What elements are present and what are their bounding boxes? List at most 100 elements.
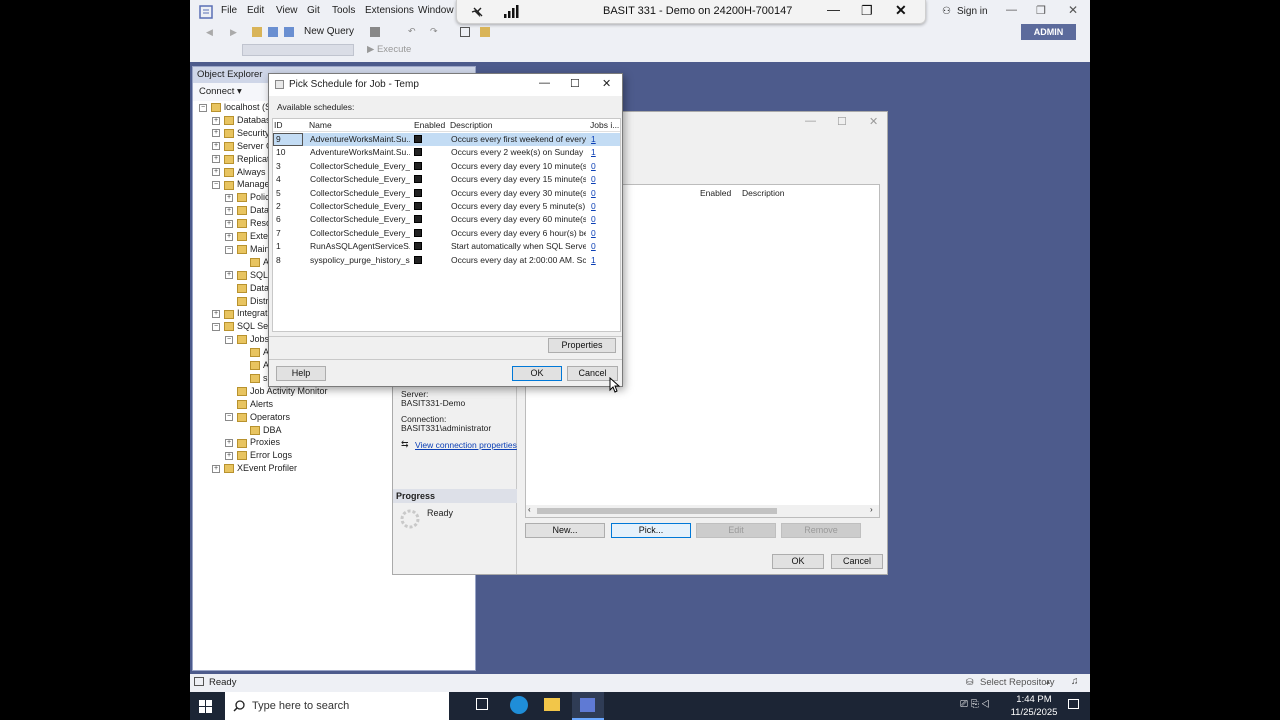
tree-node[interactable]: + Databas bbox=[212, 115, 271, 128]
execute-button[interactable]: ▶ Execute bbox=[367, 44, 411, 55]
tree-node[interactable]: − Jobs bbox=[225, 334, 269, 347]
bg-ok-button[interactable]: OK bbox=[772, 554, 824, 569]
enabled-checkbox[interactable] bbox=[414, 255, 422, 264]
database-select[interactable] bbox=[242, 44, 354, 56]
connect-button[interactable]: Connect ▾ bbox=[199, 86, 242, 97]
back-icon[interactable]: ◀ bbox=[206, 27, 213, 38]
expand-icon[interactable]: + bbox=[225, 219, 233, 228]
rdp-minimize-icon[interactable]: — bbox=[827, 2, 840, 17]
enabled-checkbox[interactable] bbox=[414, 148, 422, 157]
expand-icon[interactable]: + bbox=[225, 193, 233, 202]
enabled-checkbox[interactable] bbox=[414, 161, 422, 170]
enabled-checkbox[interactable] bbox=[414, 135, 422, 143]
header-id[interactable]: ID bbox=[274, 120, 283, 130]
tree-node[interactable]: + Replicat bbox=[212, 154, 270, 167]
repo-menu-icon[interactable]: ▴ bbox=[1046, 677, 1050, 686]
menu-file[interactable]: File bbox=[221, 5, 237, 16]
header-name[interactable]: Name bbox=[309, 120, 332, 130]
clock-time[interactable]: 1:44 PM bbox=[1012, 694, 1056, 705]
save-all-icon[interactable] bbox=[284, 27, 294, 37]
windows-start-icon[interactable] bbox=[199, 700, 212, 713]
enabled-checkbox[interactable] bbox=[414, 228, 422, 237]
tree-node[interactable]: − Manage bbox=[212, 179, 270, 192]
enabled-checkbox[interactable] bbox=[414, 202, 422, 210]
tree-node[interactable]: − Main bbox=[225, 244, 270, 257]
bg-close-icon[interactable]: ✕ bbox=[869, 115, 878, 128]
tree-node[interactable]: + Proxies bbox=[225, 437, 280, 450]
notification-bell-icon[interactable]: ♫ bbox=[1071, 676, 1079, 687]
rdp-restore-icon[interactable]: ❐ bbox=[861, 3, 873, 19]
rdp-close-icon[interactable]: ✕ bbox=[895, 2, 907, 19]
tree-node[interactable]: − SQL Serv bbox=[212, 321, 276, 334]
expand-icon[interactable]: + bbox=[225, 439, 233, 448]
schedule-row[interactable]: 9 AdventureWorksMaint.Su... Occurs every f… bbox=[273, 133, 620, 146]
tree-node[interactable]: s bbox=[238, 373, 268, 386]
tree-node[interactable]: Distr bbox=[225, 296, 269, 309]
tree-node[interactable]: + Always bbox=[212, 167, 266, 180]
header-enabled[interactable]: Enabled bbox=[414, 120, 445, 130]
admin-badge[interactable]: ADMIN bbox=[1021, 24, 1076, 40]
bg-cancel-button[interactable]: Cancel bbox=[831, 554, 883, 569]
enabled-checkbox[interactable] bbox=[414, 188, 422, 197]
horizontal-scrollbar[interactable]: ‹ › bbox=[526, 505, 879, 517]
ok-button[interactable]: OK bbox=[512, 366, 562, 381]
tree-node[interactable]: Job Activity Monitor bbox=[225, 386, 328, 399]
collapse-icon[interactable]: − bbox=[225, 335, 233, 344]
collapse-icon[interactable]: − bbox=[212, 181, 220, 190]
dialog-maximize-icon[interactable]: ☐ bbox=[570, 77, 580, 90]
collapse-icon[interactable]: − bbox=[199, 103, 207, 112]
schedule-row[interactable]: 8 syspolicy_purge_history_s... Occurs ever… bbox=[273, 254, 620, 267]
collapse-icon[interactable]: − bbox=[225, 413, 233, 422]
activity-icon[interactable] bbox=[460, 27, 470, 37]
query-icon[interactable] bbox=[370, 27, 380, 37]
schedule-row[interactable]: 1 RunAsSQLAgentServiceS... Start automatic… bbox=[273, 240, 620, 253]
scroll-right-icon[interactable]: › bbox=[870, 505, 873, 514]
tree-node[interactable]: A bbox=[238, 347, 269, 360]
menu-edit[interactable]: Edit bbox=[247, 5, 264, 16]
collapse-icon[interactable]: − bbox=[212, 322, 220, 331]
menu-window[interactable]: Window bbox=[418, 5, 454, 16]
tree-node[interactable]: + XEvent Profiler bbox=[212, 463, 297, 476]
tree-node[interactable]: + Server O bbox=[212, 141, 273, 154]
save-icon[interactable] bbox=[268, 27, 278, 37]
ssms-taskbar-button[interactable] bbox=[572, 692, 604, 720]
schedule-row[interactable]: 3 CollectorSchedule_Every_... Occurs every… bbox=[273, 160, 620, 173]
signal-bars-icon[interactable] bbox=[503, 5, 519, 19]
enabled-checkbox[interactable] bbox=[414, 175, 422, 184]
remove-schedule-button[interactable]: Remove bbox=[781, 523, 861, 538]
menu-tools[interactable]: Tools bbox=[332, 5, 355, 16]
forward-icon[interactable]: ▶ bbox=[230, 27, 237, 38]
tree-node[interactable]: + Exte bbox=[225, 231, 268, 244]
restore-icon[interactable]: ❐ bbox=[1036, 4, 1046, 17]
expand-icon[interactable]: + bbox=[225, 206, 233, 215]
edge-browser-icon[interactable] bbox=[510, 696, 528, 714]
sign-in-link[interactable]: Sign in bbox=[957, 6, 988, 17]
menu-git[interactable]: Git bbox=[307, 5, 320, 16]
new-schedule-button[interactable]: New... bbox=[525, 523, 605, 538]
menu-extensions[interactable]: Extensions bbox=[365, 5, 414, 16]
clock-date[interactable]: 11/25/2025 bbox=[1008, 707, 1060, 718]
schedule-row[interactable]: 7 CollectorSchedule_Every_... Occurs every… bbox=[273, 227, 620, 240]
tray-icons[interactable]: ⎚ ⎘ ◁ bbox=[960, 699, 990, 710]
tree-node[interactable]: Alerts bbox=[225, 399, 273, 412]
tree-node[interactable]: DBA bbox=[238, 425, 282, 438]
notifications-icon[interactable] bbox=[1068, 699, 1079, 709]
schedule-row[interactable]: 6 CollectorSchedule_Every_... Occurs every… bbox=[273, 213, 620, 226]
header-description[interactable]: Description bbox=[450, 120, 493, 130]
help-button[interactable]: Help bbox=[276, 366, 326, 381]
expand-icon[interactable]: + bbox=[212, 155, 220, 164]
edit-schedule-button[interactable]: Edit bbox=[696, 523, 776, 538]
schedule-row[interactable]: 2 CollectorSchedule_Every_... Occurs every… bbox=[273, 200, 620, 213]
undo-icon[interactable]: ↶ bbox=[408, 26, 416, 37]
redo-icon[interactable]: ↷ bbox=[430, 26, 438, 37]
tree-node[interactable]: − Operators bbox=[225, 412, 290, 425]
tree-node[interactable]: + Security bbox=[212, 128, 270, 141]
tree-node[interactable]: + Reso bbox=[225, 218, 271, 231]
schedule-row[interactable]: 10 AdventureWorksMaint.Su... Occurs every … bbox=[273, 146, 620, 159]
new-query-button[interactable]: New Query bbox=[304, 26, 354, 37]
unpin-icon[interactable] bbox=[471, 5, 485, 19]
schedule-row[interactable]: 5 CollectorSchedule_Every_... Occurs every… bbox=[273, 187, 620, 200]
tree-node[interactable]: − localhost (S bbox=[199, 102, 271, 115]
pick-schedule-button[interactable]: Pick... bbox=[611, 523, 691, 538]
tree-node[interactable]: A bbox=[238, 360, 269, 373]
